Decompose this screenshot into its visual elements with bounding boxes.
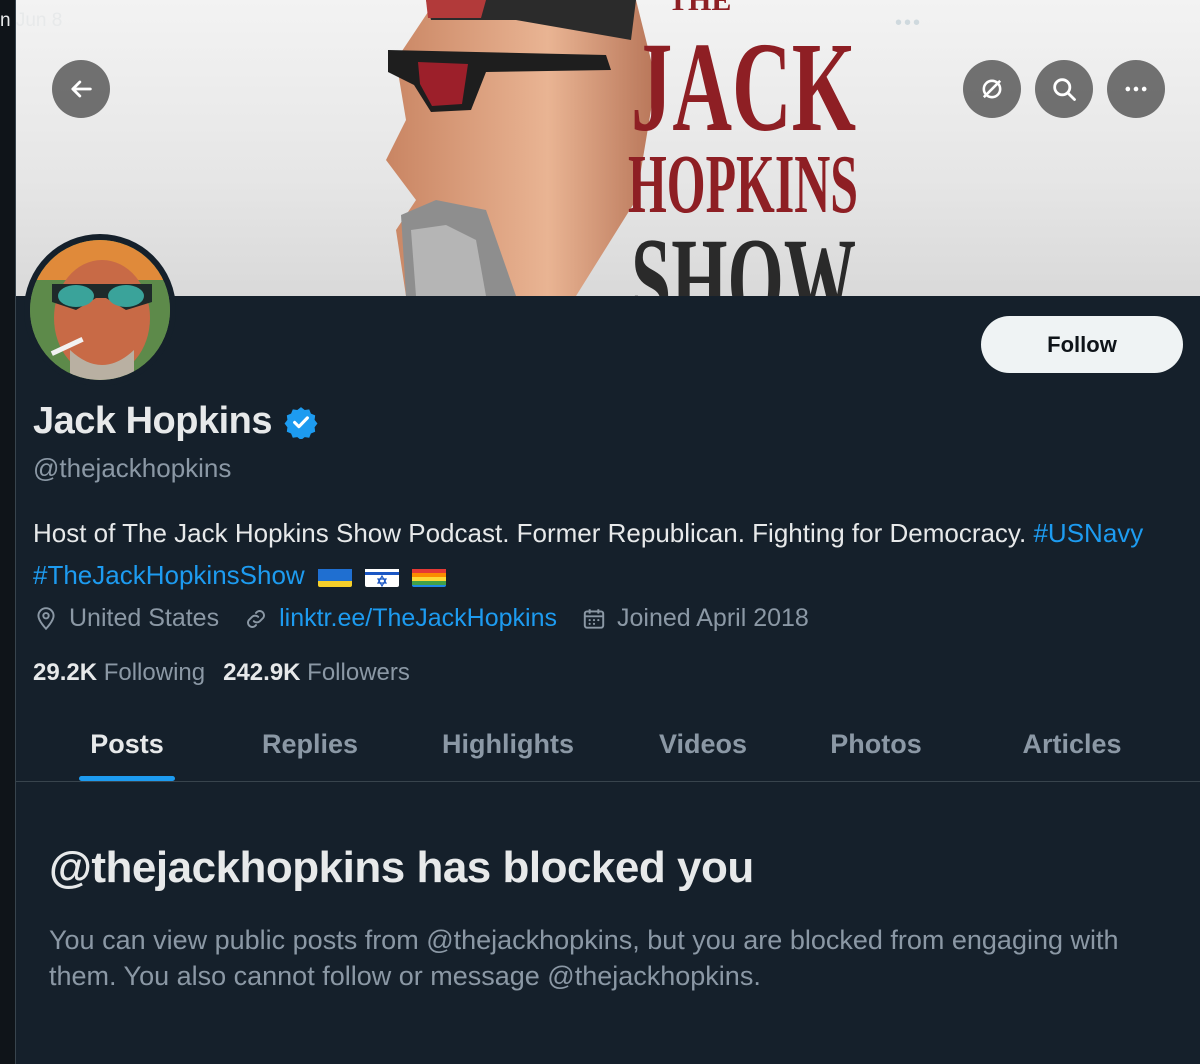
status-date: n Jun 8 [0,10,63,31]
location-icon [37,606,55,630]
tab-highlights[interactable]: Highlights [426,706,590,782]
bio-text: Host of The Jack Hopkins Show Podcast. F… [33,518,1027,548]
profile-tabs: Posts Replies Highlights Videos Photos A… [16,706,1200,782]
translate-icon [982,79,1002,99]
israel-flag-icon [365,563,400,587]
left-pane-edge [0,0,16,1064]
profile-banner[interactable]: THE JACK HOPKINS SHOW [16,0,1200,296]
banner-title-jack: JACK [631,16,856,158]
hashtag-usnavy[interactable]: #USNavy [1033,518,1143,548]
active-tab-indicator [79,776,175,781]
avatar[interactable] [24,234,176,386]
tab-replies[interactable]: Replies [248,706,372,782]
banner-title-top: THE [668,0,731,17]
banner-artwork: THE JACK HOPKINS SHOW [386,0,858,296]
window-dots[interactable]: ••• [895,12,922,35]
profile-meta: United States linktr.ee/TheJackHopkins J… [33,604,833,633]
followers-stat[interactable]: 242.9K Followers [223,659,410,687]
following-stat[interactable]: 29.2K Following [33,659,205,687]
follow-button[interactable]: Follow [981,316,1183,373]
blocked-message: You can view public posts from @thejackh… [49,925,1119,991]
verified-badge-icon[interactable] [284,405,318,439]
link-icon [247,609,266,628]
website-link[interactable]: linktr.ee/TheJackHopkins [279,604,557,633]
profile-location: United States [33,604,219,633]
location-text: United States [69,604,220,632]
profile-name-row: Jack Hopkins [33,400,318,443]
more-button[interactable] [1107,60,1165,118]
followers-count: 242.9K [223,659,301,686]
back-button[interactable] [52,60,110,118]
tab-photos[interactable]: Photos [816,706,936,782]
hashtag-thejackhopkinsshow[interactable]: #TheJackHopkinsShow [33,560,305,590]
profile-bio: Host of The Jack Hopkins Show Podcast. F… [33,512,1153,596]
profile-joined: Joined April 2018 [581,604,809,633]
search-icon [1053,78,1076,101]
rainbow-flag-icon [412,563,447,587]
avatar-image [30,240,170,380]
joined-text: Joined April 2018 [617,604,809,632]
profile-name: Jack Hopkins [33,400,273,442]
tab-posts[interactable]: Posts [79,706,175,782]
following-label: Following [103,659,206,686]
banner-title-show: SHOW [631,213,856,296]
more-icon [1125,86,1147,92]
search-button[interactable] [1035,60,1093,118]
profile-stats: 29.2K Following 242.9K Followers [33,659,428,687]
back-arrow-icon [71,80,92,98]
followers-label: Followers [307,659,410,686]
tab-videos[interactable]: Videos [644,706,762,782]
translate-button[interactable] [963,60,1021,118]
following-count: 29.2K [33,659,98,686]
blocked-title: @thejackhopkins has blocked you [49,843,754,892]
tab-articles[interactable]: Articles [1008,706,1136,782]
profile-website[interactable]: linktr.ee/TheJackHopkins [243,604,557,633]
profile-handle: @thejackhopkins [33,453,232,483]
ukraine-flag-icon [317,563,352,587]
calendar-icon [583,608,605,629]
